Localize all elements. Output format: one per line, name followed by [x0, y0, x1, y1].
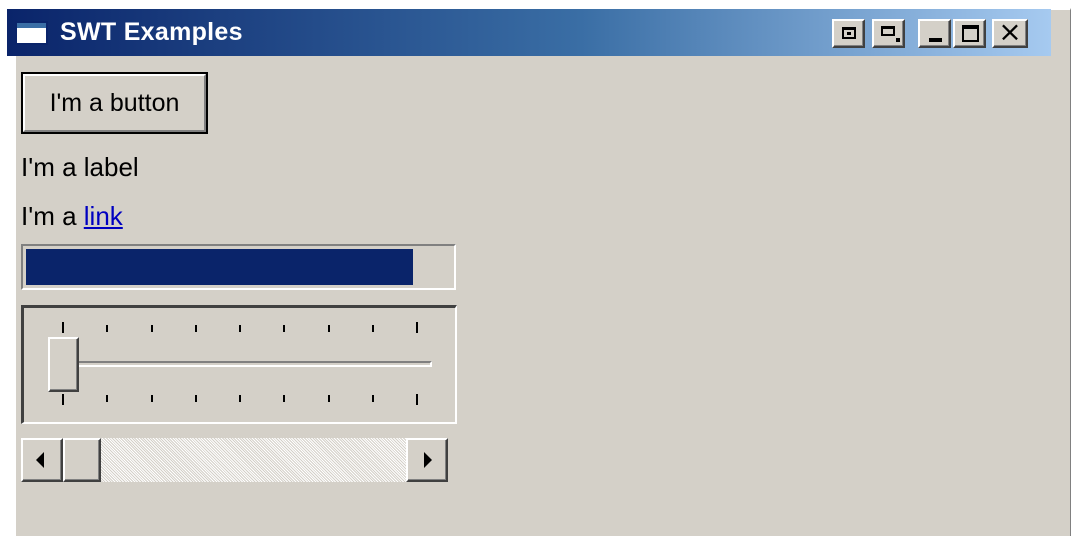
maximize-icon	[962, 25, 979, 42]
restore-button[interactable]	[832, 19, 865, 48]
arrow-right-icon	[424, 452, 432, 468]
pin-icon	[881, 26, 900, 42]
push-button-label: I'm a button	[23, 74, 206, 132]
title-bar[interactable]: SWT Examples ×	[7, 9, 1051, 56]
slider-tick	[62, 322, 64, 333]
slider-tick	[327, 395, 330, 402]
slider-tick	[150, 325, 153, 332]
restore-icon	[842, 27, 856, 39]
progress-fill	[26, 249, 413, 285]
horizontal-scrollbar[interactable]	[21, 438, 448, 482]
slider[interactable]	[21, 305, 457, 424]
slider-tick	[106, 395, 109, 402]
progress-bar	[21, 244, 456, 290]
slider-track	[50, 361, 432, 367]
slider-tick	[62, 394, 64, 405]
push-button[interactable]: I'm a button	[21, 72, 208, 134]
slider-thumb[interactable]	[48, 337, 79, 392]
slider-tick	[194, 395, 197, 402]
arrow-left-icon	[36, 452, 44, 468]
maximize-button[interactable]	[953, 19, 986, 48]
slider-tick	[416, 322, 418, 333]
pin-button[interactable]	[872, 19, 905, 48]
link-line: I'm a link	[21, 200, 123, 232]
slider-tick	[194, 325, 197, 332]
slider-tick	[371, 395, 374, 402]
slider-tick	[239, 395, 241, 402]
slider-tick	[327, 325, 330, 332]
scrollbar-thumb[interactable]	[63, 438, 101, 482]
slider-tick	[150, 395, 153, 402]
close-icon: ×	[998, 15, 1022, 48]
slider-tick	[416, 394, 418, 405]
slider-tick	[106, 325, 109, 332]
slider-tick	[371, 325, 374, 332]
slider-tick	[283, 325, 286, 332]
slider-tick	[239, 325, 241, 332]
hyperlink[interactable]: link	[84, 201, 123, 231]
scroll-right-button[interactable]	[406, 438, 448, 482]
static-label: I'm a label	[21, 152, 139, 182]
scroll-left-button[interactable]	[21, 438, 63, 482]
slider-tick	[283, 395, 286, 402]
window-icon	[15, 21, 48, 45]
minimize-icon	[929, 38, 942, 42]
link-prefix: I'm a	[21, 201, 84, 231]
close-button[interactable]: ×	[992, 15, 1028, 48]
window-title: SWT Examples	[60, 18, 243, 46]
minimize-button[interactable]	[918, 19, 951, 48]
